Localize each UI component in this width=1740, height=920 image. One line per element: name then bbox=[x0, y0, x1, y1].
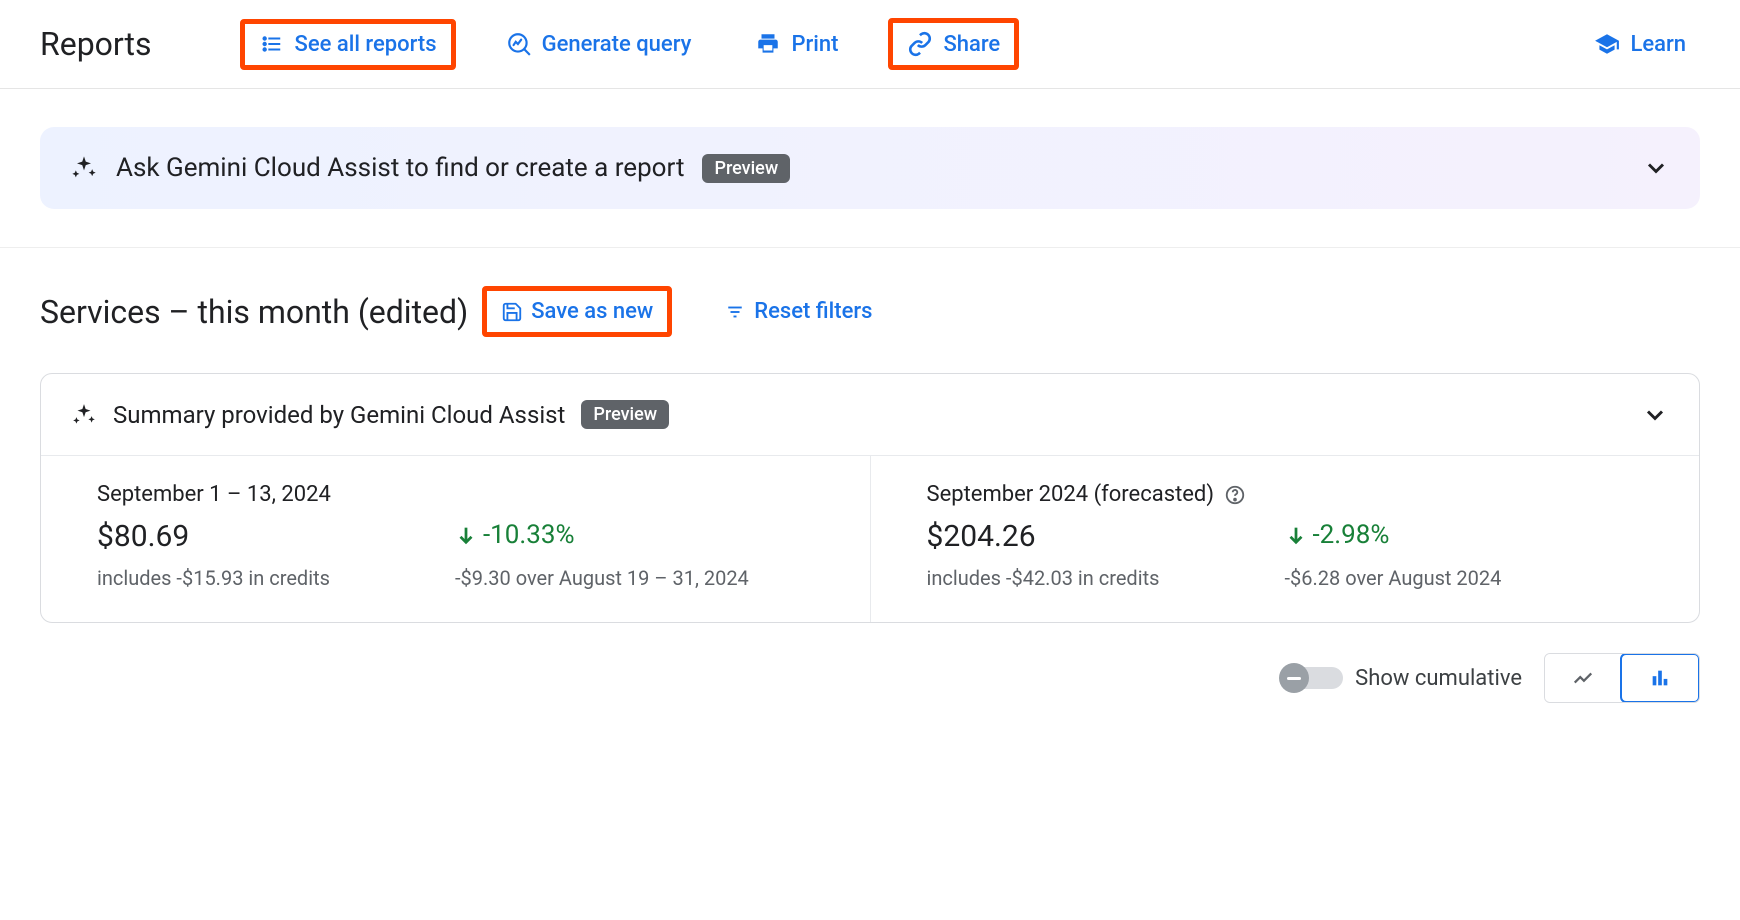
chevron-down-icon[interactable] bbox=[1641, 401, 1669, 429]
forecast-amount: $204.26 bbox=[927, 519, 1277, 554]
learn-label: Learn bbox=[1630, 32, 1686, 57]
line-chart-button[interactable] bbox=[1545, 654, 1621, 702]
page-title: Reports bbox=[40, 25, 152, 63]
share-label: Share bbox=[943, 32, 1000, 57]
see-all-reports-button[interactable]: See all reports bbox=[240, 19, 456, 70]
gemini-banner-text: Ask Gemini Cloud Assist to find or creat… bbox=[116, 153, 684, 183]
link-icon bbox=[907, 31, 933, 57]
current-period-panel: September 1 – 13, 2024 $80.69 -10.33% in… bbox=[41, 456, 871, 622]
list-icon bbox=[259, 33, 285, 55]
reset-filters-button[interactable]: Reset filters bbox=[710, 291, 886, 332]
preview-badge: Preview bbox=[702, 154, 790, 183]
preview-badge: Preview bbox=[581, 400, 669, 429]
chart-type-toggle bbox=[1544, 653, 1700, 703]
forecast-credits: includes -$42.03 in credits bbox=[927, 566, 1277, 590]
summary-card: Summary provided by Gemini Cloud Assist … bbox=[40, 373, 1700, 623]
current-delta: -10.33% bbox=[483, 520, 575, 550]
gemini-banner[interactable]: Ask Gemini Cloud Assist to find or creat… bbox=[40, 127, 1700, 209]
show-cumulative-label: Show cumulative bbox=[1355, 666, 1522, 691]
current-credits: includes -$15.93 in credits bbox=[97, 566, 447, 590]
header-actions: See all reports Generate query Print bbox=[240, 18, 1700, 70]
bar-chart-icon bbox=[1646, 667, 1674, 689]
save-icon bbox=[501, 301, 523, 323]
chevron-down-icon[interactable] bbox=[1642, 154, 1670, 182]
help-icon[interactable] bbox=[1224, 484, 1246, 506]
forecast-compare: -$6.28 over August 2024 bbox=[1285, 566, 1502, 590]
reset-filters-label: Reset filters bbox=[754, 299, 872, 324]
print-icon bbox=[755, 31, 781, 57]
arrow-down-icon bbox=[455, 524, 477, 546]
learn-button[interactable]: Learn bbox=[1580, 23, 1700, 65]
summary-card-body: September 1 – 13, 2024 $80.69 -10.33% in… bbox=[41, 456, 1699, 622]
forecast-delta: -2.98% bbox=[1313, 520, 1390, 550]
print-label: Print bbox=[791, 32, 838, 57]
query-stats-icon bbox=[506, 31, 532, 57]
toggle-track[interactable] bbox=[1285, 667, 1343, 689]
report-title-row: Services – this month (edited) Save as n… bbox=[0, 248, 1740, 337]
generate-query-button[interactable]: Generate query bbox=[492, 23, 706, 65]
report-title: Services – this month (edited) bbox=[40, 293, 468, 331]
save-as-new-label: Save as new bbox=[531, 299, 653, 324]
share-button[interactable]: Share bbox=[888, 18, 1019, 70]
filter-reset-icon bbox=[724, 303, 746, 321]
line-chart-icon bbox=[1569, 667, 1597, 689]
school-icon bbox=[1594, 31, 1620, 57]
summary-title: Summary provided by Gemini Cloud Assist bbox=[113, 401, 565, 429]
print-button[interactable]: Print bbox=[741, 23, 852, 65]
summary-card-header[interactable]: Summary provided by Gemini Cloud Assist … bbox=[41, 374, 1699, 456]
generate-query-label: Generate query bbox=[542, 32, 692, 57]
current-compare: -$9.30 over August 19 – 31, 2024 bbox=[455, 566, 749, 590]
bar-chart-button[interactable] bbox=[1620, 653, 1700, 703]
sparkles-icon bbox=[70, 154, 98, 182]
header-bar: Reports See all reports Generate query bbox=[0, 0, 1740, 89]
sparkles-icon bbox=[71, 402, 97, 428]
show-cumulative-toggle[interactable]: Show cumulative bbox=[1285, 666, 1522, 691]
current-period-label: September 1 – 13, 2024 bbox=[97, 482, 331, 507]
toggle-knob bbox=[1279, 663, 1309, 693]
forecast-panel: September 2024 (forecasted) $204.26 -2.9… bbox=[871, 456, 1700, 622]
arrow-down-icon bbox=[1285, 524, 1307, 546]
current-amount: $80.69 bbox=[97, 519, 447, 554]
see-all-reports-label: See all reports bbox=[295, 32, 437, 57]
chart-controls-row: Show cumulative bbox=[0, 623, 1740, 713]
save-as-new-button[interactable]: Save as new bbox=[482, 286, 672, 337]
forecast-period-label: September 2024 (forecasted) bbox=[927, 482, 1215, 507]
